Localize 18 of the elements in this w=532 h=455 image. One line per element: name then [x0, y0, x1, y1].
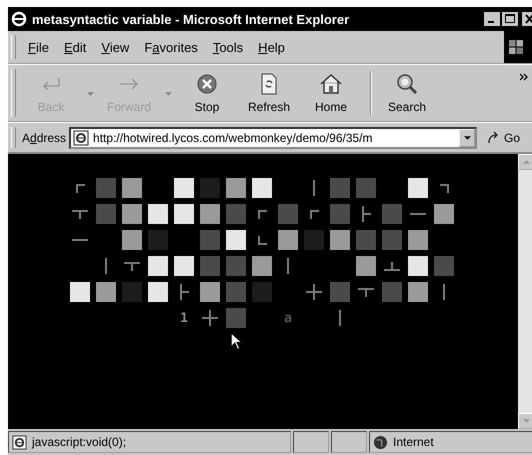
- menu-item[interactable]: View: [95, 40, 136, 54]
- menu-item[interactable]: File: [22, 40, 55, 54]
- toolbar-button[interactable]: Home: [302, 70, 360, 116]
- address-label: Address: [22, 130, 66, 144]
- menu-item[interactable]: Tools: [206, 40, 250, 54]
- toolbar-button[interactable]: Search: [378, 70, 436, 116]
- menu-item[interactable]: Favorites: [138, 40, 204, 54]
- status-text: javascript:void(0);: [32, 435, 126, 449]
- zone-label: Internet: [393, 435, 434, 449]
- menu-item[interactable]: Help: [252, 40, 291, 54]
- window-title: metasyntactic variable - Microsoft Internet Explorer: [32, 12, 350, 26]
- address-field[interactable]: http://hotwired.lycos.com/webmonkey/demo/96/35/m: [69, 126, 478, 148]
- glyph-character: 1: [180, 312, 188, 324]
- toolbar-button[interactable]: Refresh: [240, 70, 298, 116]
- go-button[interactable]: Go: [485, 128, 522, 146]
- menu-item[interactable]: Edit: [58, 40, 92, 54]
- toolbar-button[interactable]: Stop: [178, 70, 236, 116]
- glyph-character: a: [284, 312, 292, 324]
